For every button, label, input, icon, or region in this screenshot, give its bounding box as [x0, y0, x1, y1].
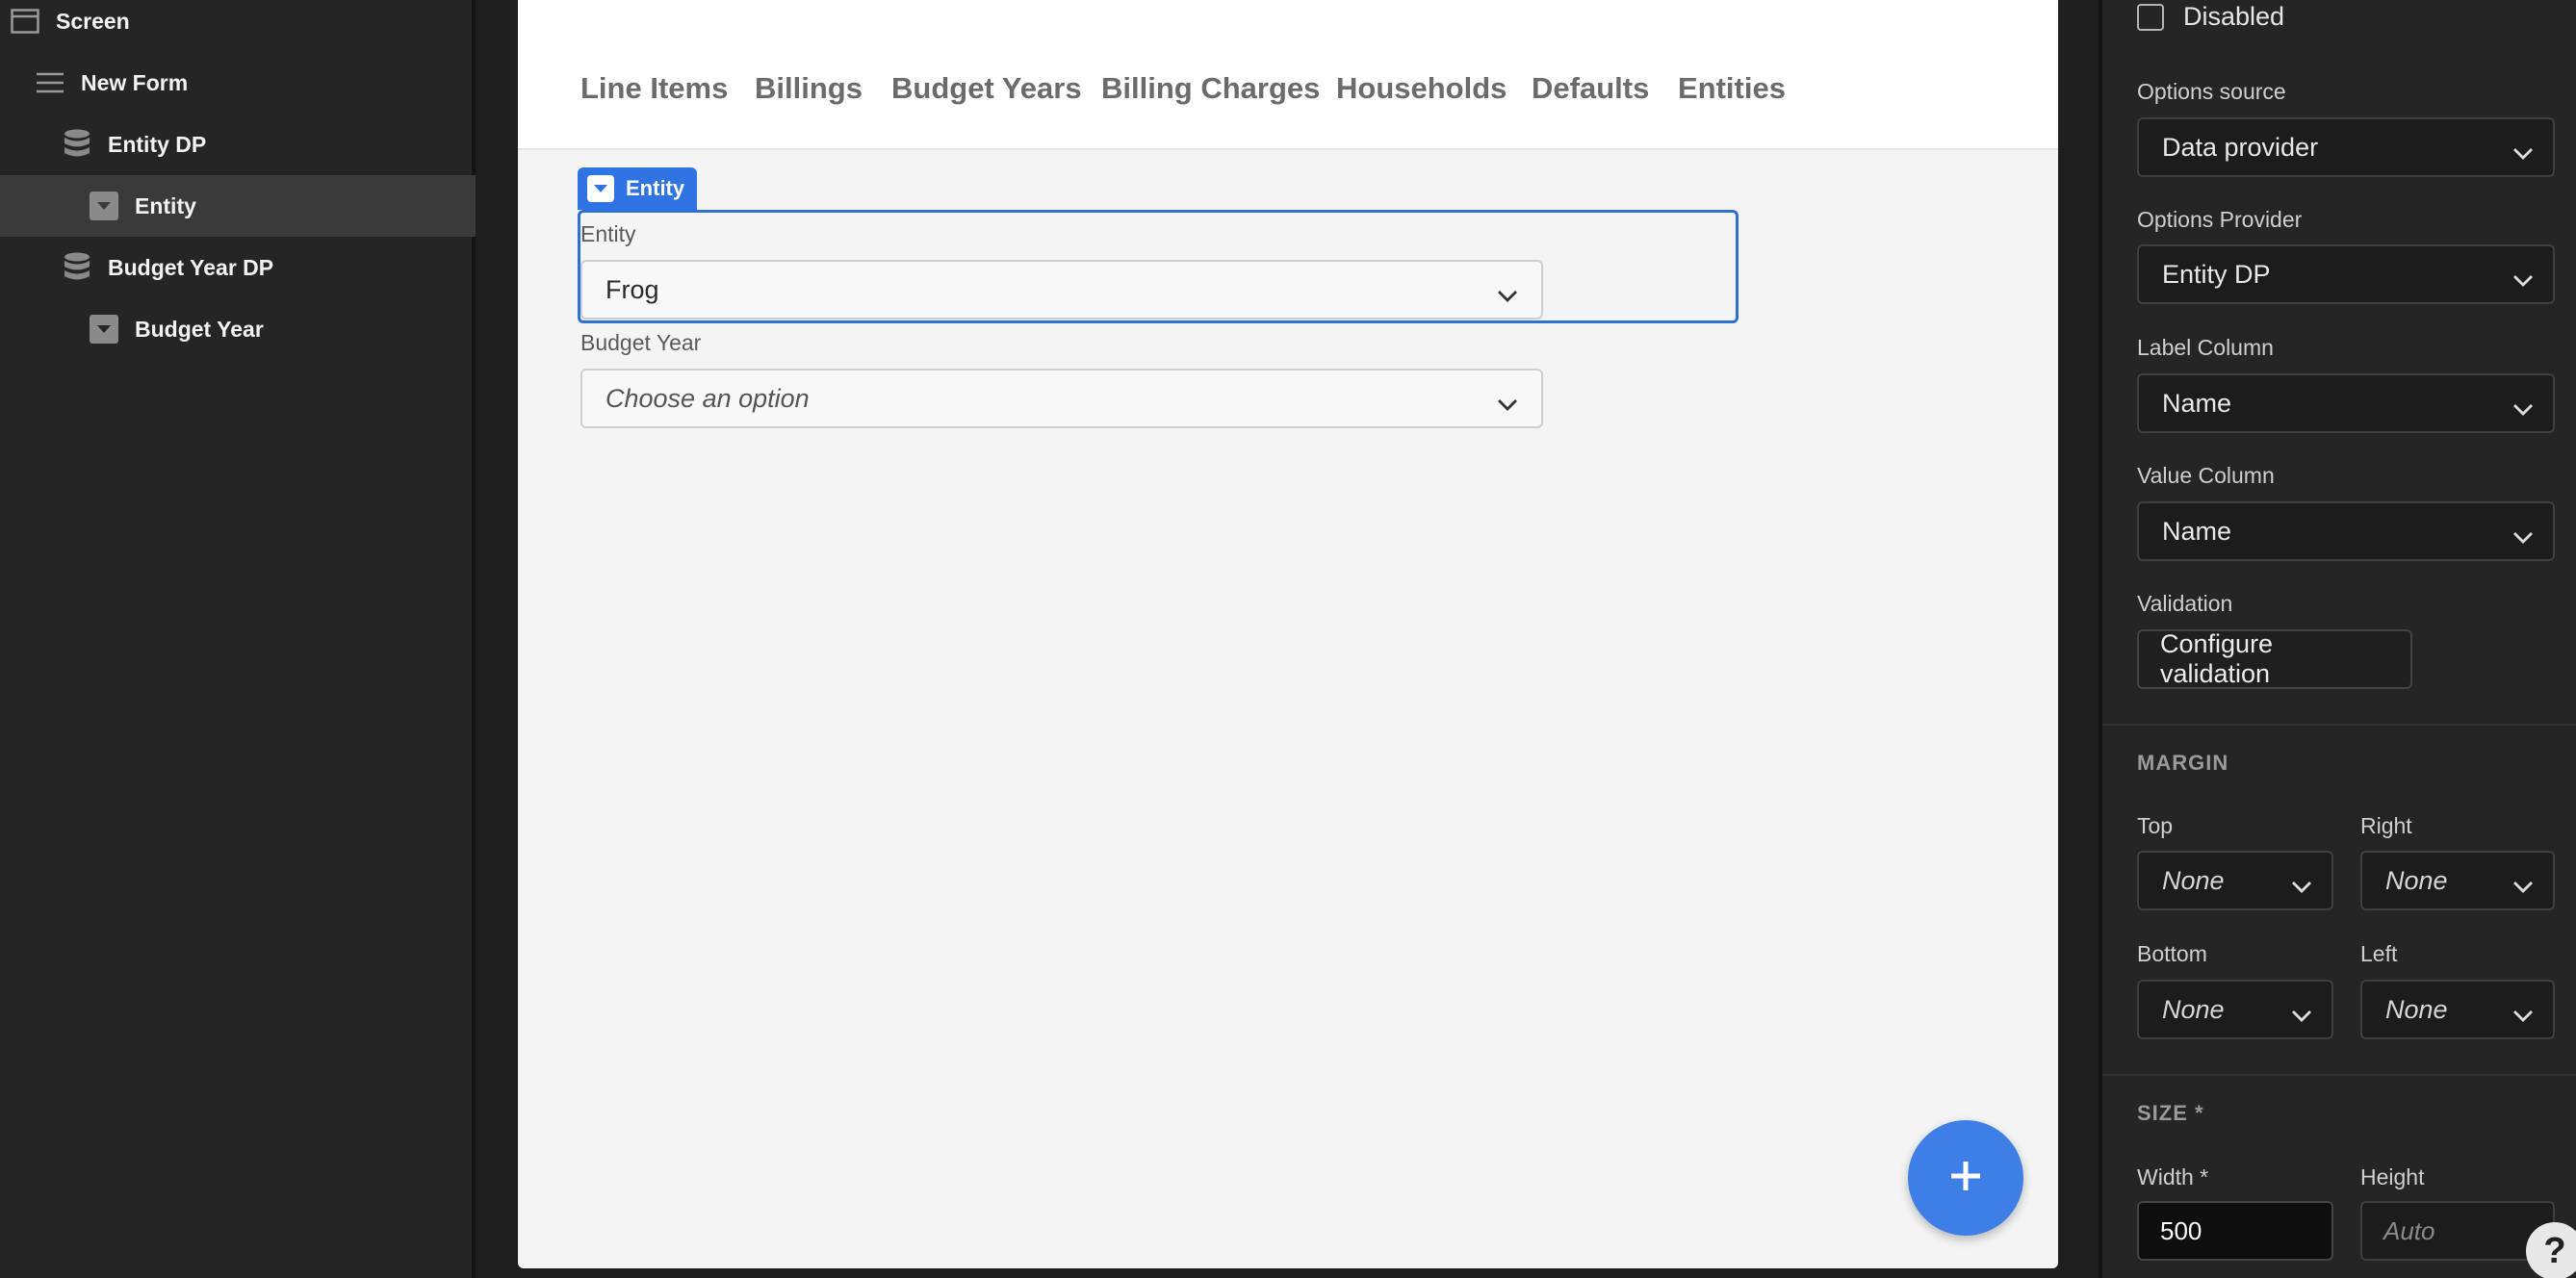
margin-bottom-value: None [2162, 994, 2225, 1024]
options-provider-select[interactable]: Entity DP [2137, 244, 2555, 304]
database-icon [62, 252, 92, 283]
margin-heading: MARGIN [2137, 751, 2229, 775]
margin-right-value: None [2385, 865, 2448, 895]
nav-link-households[interactable]: Households [1336, 71, 1507, 106]
tree-item-budget-year-dp[interactable]: Budget Year DP [0, 237, 476, 298]
nav-link-billing-charges[interactable]: Billing Charges [1101, 71, 1320, 106]
chevron-down-icon [1497, 281, 1518, 311]
margin-left-select[interactable]: None [2360, 980, 2555, 1039]
tree-item-screen[interactable]: Screen [0, 0, 476, 52]
dropdown-field-icon [89, 314, 119, 345]
chevron-down-icon [2512, 523, 2534, 552]
chevron-down-icon [2512, 266, 2534, 295]
value-column-value: Name [2162, 516, 2232, 546]
chevron-down-icon [2512, 1001, 2534, 1031]
entity-select[interactable]: Frog [580, 260, 1543, 320]
form-icon [35, 67, 65, 98]
section-divider [2102, 1074, 2576, 1076]
chevron-down-icon [2512, 395, 2534, 424]
chevron-down-icon [2291, 872, 2312, 902]
nav-link-budget-years[interactable]: Budget Years [891, 71, 1082, 106]
database-icon [62, 129, 92, 160]
dropdown-field-icon [587, 175, 614, 202]
plus-icon [1948, 1159, 1983, 1198]
budget-year-select[interactable]: Choose an option [580, 369, 1543, 428]
height-label: Height [2360, 1164, 2425, 1189]
entity-select-value: Frog [605, 274, 659, 304]
value-column-select[interactable]: Name [2137, 501, 2555, 561]
nav-link-defaults[interactable]: Defaults [1532, 71, 1649, 106]
settings-panel: Disabled Options source Data provider Op… [2099, 0, 2576, 1278]
nav-link-line-items[interactable]: Line Items [580, 71, 728, 106]
label-column-value: Name [2162, 388, 2232, 418]
validation-label: Validation [2137, 591, 2233, 616]
margin-left-label: Left [2360, 941, 2398, 966]
tree-item-entity[interactable]: Entity [0, 175, 476, 237]
tree-item-label: Budget Year DP [108, 254, 274, 280]
margin-bottom-label: Bottom [2137, 941, 2207, 966]
chevron-down-icon [2512, 872, 2534, 902]
tree-item-label: Screen [56, 8, 130, 34]
options-provider-label: Options Provider [2137, 207, 2303, 232]
budget-year-placeholder: Choose an option [605, 383, 810, 413]
margin-right-label: Right [2360, 813, 2412, 838]
margin-top-value: None [2162, 865, 2225, 895]
nav-link-billings[interactable]: Billings [755, 71, 863, 106]
margin-left-value: None [2385, 994, 2448, 1024]
tree-item-new-form[interactable]: New Form [0, 52, 476, 114]
width-label: Width * [2137, 1164, 2209, 1189]
width-input[interactable]: 500 [2137, 1201, 2333, 1261]
add-component-button[interactable] [1908, 1120, 2023, 1236]
budget-year-field-label: Budget Year [580, 330, 702, 355]
label-column-label: Label Column [2137, 335, 2274, 360]
label-column-select[interactable]: Name [2137, 373, 2555, 433]
nav-link-entities[interactable]: Entities [1678, 71, 1786, 106]
tree-item-budget-year[interactable]: Budget Year [0, 298, 476, 360]
dropdown-field-icon [89, 191, 119, 221]
chevron-down-icon [1497, 390, 1518, 420]
size-heading: SIZE * [2137, 1101, 2204, 1125]
margin-top-select[interactable]: None [2137, 851, 2333, 910]
options-source-select[interactable]: Data provider [2137, 117, 2555, 177]
value-column-label: Value Column [2137, 463, 2275, 488]
margin-bottom-select[interactable]: None [2137, 980, 2333, 1039]
tree-item-entity-dp[interactable]: Entity DP [0, 114, 476, 175]
disabled-label: Disabled [2183, 2, 2285, 31]
disabled-checkbox[interactable] [2137, 4, 2164, 31]
chevron-down-icon [2291, 1001, 2312, 1031]
app-navbar: Line Items Billings Budget Years Billing… [518, 0, 2058, 150]
screen-icon [10, 6, 40, 37]
tree-item-label: New Form [81, 69, 189, 95]
tree-item-label: Entity [135, 192, 196, 218]
options-source-value: Data provider [2162, 132, 2319, 162]
tree-item-label: Entity DP [108, 131, 207, 157]
configure-validation-button[interactable]: Configure validation [2137, 629, 2412, 689]
options-provider-value: Entity DP [2162, 259, 2271, 289]
chevron-down-icon [2512, 139, 2534, 168]
component-tree-panel: Screen New Form Entity DP Entity Budget … [0, 0, 476, 1278]
options-source-label: Options source [2137, 79, 2286, 104]
help-button[interactable]: ? [2526, 1222, 2576, 1278]
entity-field-label: Entity [580, 221, 636, 246]
margin-right-select[interactable]: None [2360, 851, 2555, 910]
preview-canvas: Line Items Billings Budget Years Billing… [518, 0, 2058, 1268]
tree-item-label: Budget Year [135, 316, 264, 342]
selected-component-tag[interactable]: Entity [578, 167, 697, 210]
selected-component-name: Entity [626, 176, 685, 200]
margin-top-label: Top [2137, 813, 2174, 838]
section-divider [2102, 724, 2576, 726]
